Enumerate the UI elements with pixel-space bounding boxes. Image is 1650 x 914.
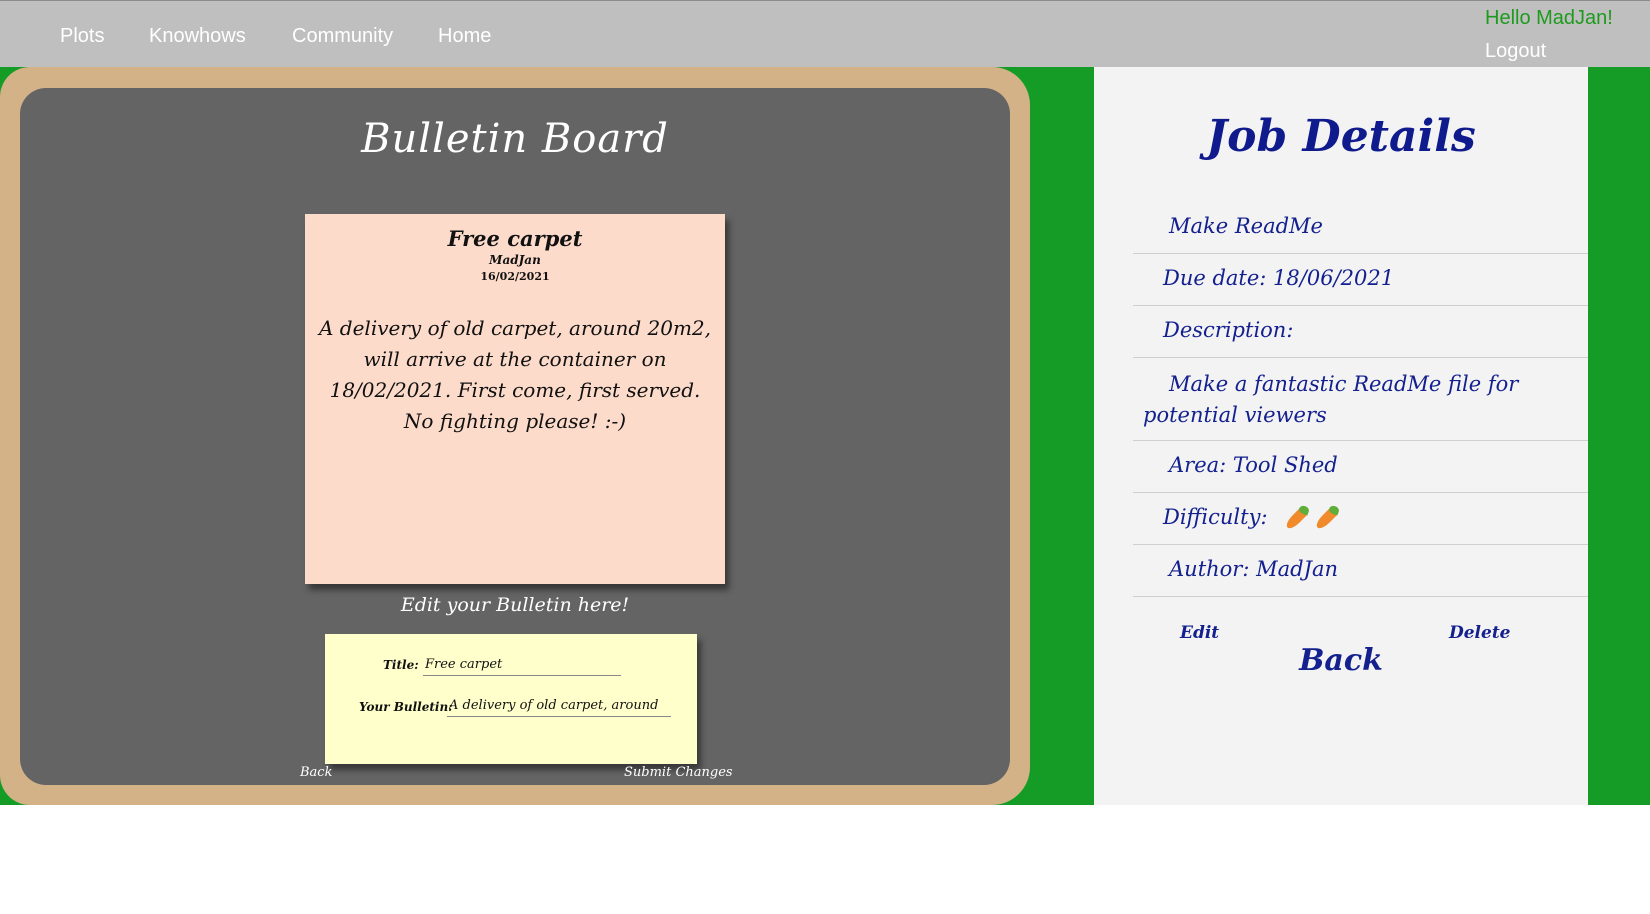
note-author: MadJan — [489, 253, 541, 267]
bulletin-note: Free carpet MadJan 16/02/2021 A delivery… — [305, 214, 725, 584]
edit-bulletin-heading: Edit your Bulletin here! — [400, 594, 630, 616]
title-label: Title: — [383, 658, 419, 672]
edit-job-button[interactable]: Edit — [1180, 623, 1219, 643]
job-description: Make a fantastic ReadMe file for potenti… — [1133, 358, 1588, 441]
nav-link-community[interactable]: Community — [292, 25, 393, 48]
top-navbar: Plots Knowhows Community Home Hello MadJ… — [0, 0, 1650, 67]
job-details-panel: Job Details Make ReadMe Due date: 18/06/… — [1094, 67, 1588, 805]
job-area: Area: Tool Shed — [1133, 441, 1588, 493]
job-details-heading: Job Details — [1206, 111, 1476, 162]
title-input[interactable] — [423, 654, 621, 676]
job-author: Author: MadJan — [1133, 545, 1588, 597]
note-date: 16/02/2021 — [480, 270, 550, 283]
job-due-date: Due date: 18/06/2021 — [1133, 254, 1588, 306]
bulletin-label: Your Bulletin: — [359, 700, 453, 714]
nav-link-home[interactable]: Home — [438, 25, 491, 48]
difficulty-label: Difficulty: — [1163, 505, 1268, 529]
note-title: Free carpet — [447, 226, 583, 251]
logout-link[interactable]: Logout — [1485, 40, 1546, 63]
difficulty-rating — [1282, 493, 1342, 541]
delete-job-button[interactable]: Delete — [1449, 623, 1511, 643]
board-title: Bulletin Board — [361, 116, 669, 162]
job-details-list: Make ReadMe Due date: 18/06/2021 Descrip… — [1133, 202, 1588, 597]
user-greeting: Hello MadJan! — [1485, 7, 1613, 29]
carrot-icon — [1282, 504, 1311, 533]
job-back-button[interactable]: Back — [1094, 643, 1588, 678]
carrot-icon — [1312, 504, 1341, 533]
nav-link-plots[interactable]: Plots — [60, 25, 104, 48]
note-body: A delivery of old carpet, around 20m2, w… — [318, 316, 711, 433]
edit-bulletin-form: Title: Your Bulletin: — [325, 634, 697, 764]
board-back-button[interactable]: Back — [300, 765, 332, 780]
job-difficulty: Difficulty: — [1133, 493, 1588, 545]
job-name: Make ReadMe — [1133, 202, 1588, 254]
nav-link-knowhows[interactable]: Knowhows — [149, 25, 246, 48]
submit-changes-button[interactable]: Submit Changes — [624, 765, 733, 780]
job-description-label: Description: — [1133, 306, 1588, 358]
bulletin-input[interactable] — [447, 695, 671, 717]
